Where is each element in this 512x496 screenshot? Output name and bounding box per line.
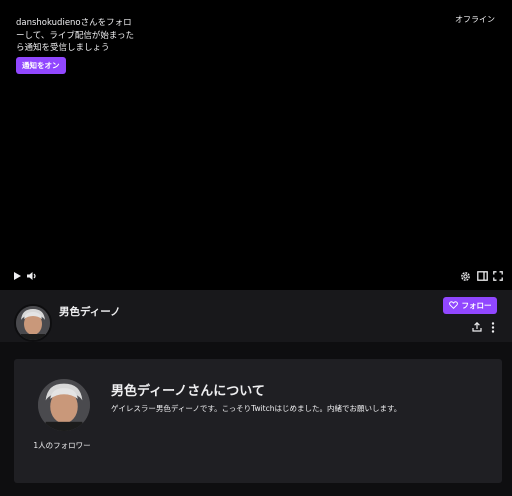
channel-name[interactable]: 男色ディーノ [59, 304, 121, 319]
share-icon[interactable] [470, 320, 484, 334]
channel-avatar[interactable] [14, 304, 52, 342]
notifications-on-button[interactable]: 通知をオン [16, 57, 66, 74]
follow-button-label: フォロー [461, 301, 492, 310]
more-vertical-icon[interactable] [487, 320, 499, 334]
video-player[interactable]: danshokudienoさんをフォローして、ライブ配信が始まったら通知を受信し… [0, 0, 512, 290]
follow-button[interactable]: フォロー [443, 297, 497, 314]
channel-info-bar: 男色ディーノ フォロー [0, 290, 512, 342]
gear-icon[interactable] [458, 269, 472, 283]
offline-follow-prompt: danshokudienoさんをフォローして、ライブ配信が始まったら通知を受信し… [16, 18, 134, 53]
about-panel: 1人のフォロワー 男色ディーノさんについて ゲイレスラー男色ディーノです。こっそ… [14, 359, 502, 483]
heart-icon [448, 300, 458, 311]
play-icon[interactable] [10, 269, 24, 283]
theatre-mode-icon[interactable] [475, 269, 489, 283]
offline-status: オフライン [455, 15, 495, 24]
fullscreen-icon[interactable] [491, 269, 505, 283]
about-avatar [38, 379, 90, 431]
follower-count: 1人のフォロワー [33, 441, 91, 450]
volume-icon[interactable] [25, 269, 39, 283]
about-title: 男色ディーノさんについて [111, 384, 265, 399]
about-description: ゲイレスラー男色ディーノです。こっそりTwitchはじめました。内緒でお願いしま… [111, 404, 402, 413]
